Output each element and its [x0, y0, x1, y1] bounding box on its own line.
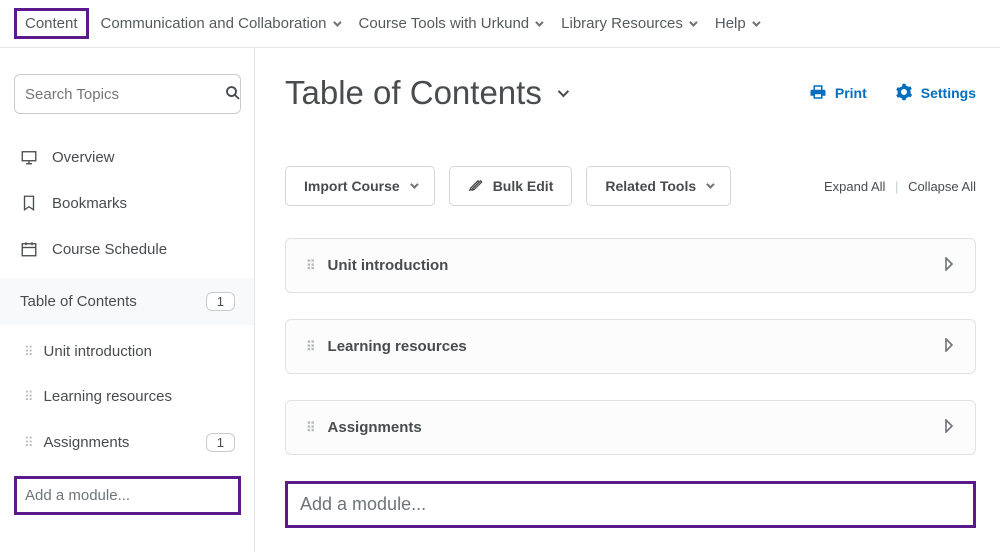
chevron-down-icon: [752, 18, 760, 26]
gear-icon: [895, 83, 913, 104]
module-title: Learning resources: [328, 338, 467, 355]
calendar-icon: [20, 240, 38, 258]
expand-icon[interactable]: [943, 257, 955, 274]
module-assignments[interactable]: ⠿ Assignments: [285, 400, 976, 455]
settings-button[interactable]: Settings: [895, 83, 976, 104]
settings-label: Settings: [921, 85, 976, 101]
bulk-edit-button[interactable]: Bulk Edit: [449, 166, 573, 206]
add-module-placeholder: Add a module...: [25, 487, 130, 504]
drag-handle-icon[interactable]: ⠿: [24, 440, 32, 446]
print-label: Print: [835, 85, 867, 101]
sidebar-module-label: Assignments: [44, 434, 130, 451]
search-icon[interactable]: [224, 84, 242, 105]
page-title: Table of Contents: [285, 74, 542, 112]
chevron-down-icon: [689, 18, 697, 26]
topnav-communication[interactable]: Communication and Collaboration: [91, 9, 349, 38]
print-button[interactable]: Print: [809, 83, 867, 104]
topnav-course-tools[interactable]: Course Tools with Urkund: [349, 9, 552, 38]
sidebar-module-label: Unit introduction: [44, 343, 152, 360]
drag-handle-icon[interactable]: ⠿: [306, 344, 314, 350]
sidebar-toc-header[interactable]: Table of Contents 1: [0, 278, 255, 325]
sidebar-item-label: Bookmarks: [52, 195, 127, 212]
sidebar-module-learning-resources[interactable]: ⠿ Learning resources: [14, 374, 241, 419]
import-course-button[interactable]: Import Course: [285, 166, 435, 206]
topnav-label: Content: [25, 15, 78, 32]
sidebar-module-label: Learning resources: [44, 388, 172, 405]
print-icon: [809, 83, 827, 104]
topnav-label: Library Resources: [561, 15, 683, 32]
bulk-edit-label: Bulk Edit: [493, 178, 554, 194]
topnav-library[interactable]: Library Resources: [551, 9, 705, 38]
search-input[interactable]: [25, 86, 224, 103]
topnav-content[interactable]: Content: [14, 8, 89, 39]
add-module-placeholder: Add a module...: [300, 494, 426, 514]
drag-handle-icon[interactable]: ⠿: [306, 263, 314, 269]
sidebar-item-label: Overview: [52, 149, 115, 166]
title-bar: Table of Contents Print Settings: [285, 74, 976, 112]
drag-handle-icon[interactable]: ⠿: [306, 425, 314, 431]
sidebar-nav: Overview Bookmarks Course Schedule: [14, 134, 241, 272]
related-tools-label: Related Tools: [605, 178, 696, 194]
module-unit-intro[interactable]: ⠿ Unit introduction: [285, 238, 976, 293]
sidebar-module-assignments[interactable]: ⠿ Assignments 1: [14, 419, 241, 466]
drag-handle-icon[interactable]: ⠿: [24, 349, 32, 355]
overview-icon: [20, 148, 38, 166]
toc-label: Table of Contents: [20, 293, 137, 310]
main-content: Table of Contents Print Settings: [255, 48, 1000, 552]
sidebar-item-schedule[interactable]: Course Schedule: [14, 226, 241, 272]
sidebar-item-overview[interactable]: Overview: [14, 134, 241, 180]
module-title: Unit introduction: [328, 257, 449, 274]
related-tools-button[interactable]: Related Tools: [586, 166, 731, 206]
topnav-label: Communication and Collaboration: [101, 15, 327, 32]
chevron-down-icon: [706, 180, 714, 188]
bookmark-icon: [20, 194, 38, 212]
separator: |: [895, 179, 898, 194]
topnav-label: Help: [715, 15, 746, 32]
chevron-down-icon: [535, 18, 543, 26]
sidebar-modules: ⠿ Unit introduction ⠿ Learning resources…: [14, 329, 241, 466]
module-title: Assignments: [328, 419, 422, 436]
topnav-help[interactable]: Help: [705, 9, 768, 38]
expand-icon[interactable]: [943, 419, 955, 436]
collapse-all-link[interactable]: Collapse All: [908, 179, 976, 194]
expand-all-link[interactable]: Expand All: [824, 179, 885, 194]
drag-handle-icon[interactable]: ⠿: [24, 394, 32, 400]
chevron-down-icon: [333, 18, 341, 26]
search-box: [14, 74, 241, 114]
expand-icon[interactable]: [943, 338, 955, 355]
module-count-badge: 1: [206, 433, 235, 452]
top-nav: Content Communication and Collaboration …: [0, 0, 1000, 48]
toolbar: Import Course Bulk Edit Related Tools: [285, 166, 976, 206]
sidebar-add-module-input[interactable]: Add a module...: [14, 476, 241, 515]
main-add-module-input[interactable]: Add a module...: [285, 481, 976, 528]
topnav-label: Course Tools with Urkund: [359, 15, 530, 32]
chevron-down-icon[interactable]: [558, 86, 569, 97]
import-label: Import Course: [304, 178, 400, 194]
sidebar-item-label: Course Schedule: [52, 241, 167, 258]
sidebar: Overview Bookmarks Course Schedule Table…: [0, 48, 255, 552]
sidebar-module-unit-intro[interactable]: ⠿ Unit introduction: [14, 329, 241, 374]
module-learning-resources[interactable]: ⠿ Learning resources: [285, 319, 976, 374]
toc-count-badge: 1: [206, 292, 235, 311]
sidebar-item-bookmarks[interactable]: Bookmarks: [14, 180, 241, 226]
pencil-icon: [468, 177, 483, 195]
chevron-down-icon: [410, 180, 418, 188]
